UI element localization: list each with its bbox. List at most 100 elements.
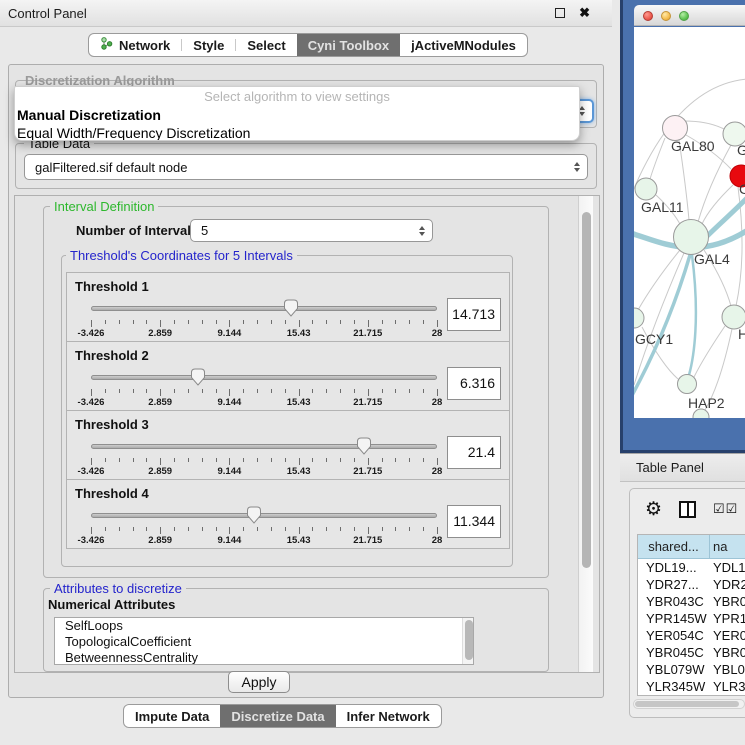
cell-shared-name[interactable]: YBL079W [638, 661, 710, 678]
threshold-3-value-field[interactable]: 21.4 [447, 436, 501, 469]
cell-name[interactable]: YBR0 [710, 593, 745, 610]
apply-button[interactable]: Apply [228, 671, 290, 693]
panel-scrollbar[interactable] [578, 196, 593, 672]
tick-mark [368, 527, 369, 534]
tick-mark [437, 458, 438, 465]
column-header-shared-name[interactable]: shared... [638, 535, 710, 558]
zoom-traffic-light-icon[interactable] [679, 11, 689, 21]
table-row[interactable]: YDL19...YDL1 [638, 559, 745, 576]
attribute-list-item[interactable]: SelfLoops [55, 618, 473, 634]
tab-impute-data[interactable]: Impute Data [124, 705, 220, 727]
minimize-traffic-light-icon[interactable] [661, 11, 671, 21]
tick-mark [146, 527, 147, 531]
cell-shared-name[interactable]: YBR043C [638, 593, 710, 610]
select-checkboxes-icon[interactable]: ☑☑ [713, 501, 738, 517]
tab-jactivemnodules[interactable]: jActiveMNodules [400, 34, 527, 56]
cell-name[interactable]: YBL0 [710, 661, 745, 678]
column-header-name[interactable]: na [710, 535, 745, 558]
cell-name[interactable]: YLR3 [710, 678, 745, 695]
close-traffic-light-icon[interactable] [643, 11, 653, 21]
attributes-scrollbar[interactable] [462, 618, 473, 664]
tick-mark [326, 320, 327, 324]
table-row[interactable]: YDR27...YDR2 [638, 576, 745, 593]
threshold-3-slider[interactable]: -3.4262.8599.14415.4321.71528 [91, 437, 437, 477]
close-icon[interactable]: ✖ [579, 5, 590, 21]
number-of-intervals-value: 5 [201, 223, 208, 238]
threshold-1-value-field[interactable]: 14.713 [447, 298, 501, 331]
tick-mark [146, 389, 147, 393]
scrollbar-thumb[interactable] [582, 212, 591, 568]
slider-ticks [91, 320, 437, 327]
tick-mark [354, 320, 355, 324]
scrollbar-thumb[interactable] [465, 620, 473, 660]
table-row[interactable]: YIL052CYIL0 [638, 695, 745, 696]
cell-shared-name[interactable]: YER054C [638, 627, 710, 644]
numerical-attributes-list[interactable]: SelfLoopsTopologicalCoefficientBetweenne… [54, 617, 474, 665]
cell-shared-name[interactable]: YLR345W [638, 678, 710, 695]
cell-shared-name[interactable]: YDL19... [638, 559, 710, 576]
tick-label: 15.43 [287, 535, 311, 546]
slider-thumb[interactable] [356, 437, 372, 455]
cell-shared-name[interactable]: YIL052C [638, 695, 710, 696]
cell-name[interactable]: YIL0 [710, 695, 745, 696]
tick-mark [202, 320, 203, 324]
threshold-4-value-field[interactable]: 11.344 [447, 505, 501, 538]
tick-label: 21.715 [353, 328, 382, 339]
table-hscrollbar[interactable] [633, 699, 745, 709]
tick-mark [271, 458, 272, 462]
number-of-intervals-label: Number of Intervals [76, 223, 198, 238]
cell-name[interactable]: YDL1 [710, 559, 745, 576]
float-window-icon[interactable] [555, 8, 565, 18]
tab-network[interactable]: Network [89, 34, 181, 56]
tick-mark [229, 458, 230, 465]
table-row[interactable]: YBR043CYBR0 [638, 593, 745, 610]
tab-infer-network[interactable]: Infer Network [336, 705, 441, 727]
columns-icon[interactable] [679, 501, 696, 518]
attribute-list-item[interactable]: BetweennessCentrality [55, 650, 473, 665]
tab-discretize-data[interactable]: Discretize Data [220, 705, 335, 727]
tick-mark [285, 320, 286, 324]
dropdown-option-manual[interactable]: Manual Discretization [15, 106, 579, 124]
table-row[interactable]: YLR345WYLR3 [638, 678, 745, 695]
threshold-4-slider[interactable]: -3.4262.8599.14415.4321.71528 [91, 506, 437, 546]
table-row[interactable]: YBR045CYBR0 [638, 644, 745, 661]
tab-select[interactable]: Select [236, 34, 296, 56]
tick-mark [340, 320, 341, 324]
table-row[interactable]: YER054CYER0 [638, 627, 745, 644]
cell-shared-name[interactable]: YBR045C [638, 644, 710, 661]
window-title: Control Panel [8, 6, 87, 21]
gear-icon[interactable]: ⚙ [645, 498, 662, 521]
dropdown-option-equal-width[interactable]: Equal Width/Frequency Discretization [15, 124, 579, 141]
slider-thumb[interactable] [190, 368, 206, 386]
tick-mark [202, 389, 203, 393]
table-data-group: Table Data galFiltered.sif default node [15, 143, 597, 189]
tick-mark [119, 458, 120, 462]
cell-name[interactable]: YDR2 [710, 576, 745, 593]
slider-thumb[interactable] [283, 299, 299, 317]
network-canvas[interactable]: GAL80 GA C GAL11 GAL4 GCY1 H HAP2 [634, 27, 745, 418]
number-of-intervals-combobox[interactable]: 5 [190, 219, 433, 242]
cell-shared-name[interactable]: YPR145W [638, 610, 710, 627]
tick-mark [395, 320, 396, 324]
cell-shared-name[interactable]: YDR27... [638, 576, 710, 593]
cell-name[interactable]: YBR0 [710, 644, 745, 661]
table-row[interactable]: YBL079WYBL0 [638, 661, 745, 678]
tick-mark [326, 458, 327, 462]
attribute-list-item[interactable]: TopologicalCoefficient [55, 634, 473, 650]
tab-style[interactable]: Style [182, 34, 235, 56]
cell-name[interactable]: YER0 [710, 627, 745, 644]
table-data-combobox[interactable]: galFiltered.sif default node [24, 154, 588, 180]
tick-label: 9.144 [218, 397, 242, 408]
table-row[interactable]: YPR145WYPR1 [638, 610, 745, 627]
cell-name[interactable]: YPR1 [710, 610, 745, 627]
slider-thumb[interactable] [246, 506, 262, 524]
tick-mark [105, 389, 106, 393]
threshold-1-slider[interactable]: -3.4262.8599.14415.4321.71528 [91, 299, 437, 339]
network-view-window: GAL80 GA C GAL11 GAL4 GCY1 H HAP2 [620, 0, 745, 453]
tick-mark [216, 389, 217, 393]
scrollbar-thumb[interactable] [635, 701, 739, 707]
tab-cyni-toolbox[interactable]: Cyni Toolbox [297, 34, 400, 56]
tick-mark [285, 389, 286, 393]
threshold-2-value-field[interactable]: 6.316 [447, 367, 501, 400]
threshold-2-slider[interactable]: -3.4262.8599.14415.4321.71528 [91, 368, 437, 408]
